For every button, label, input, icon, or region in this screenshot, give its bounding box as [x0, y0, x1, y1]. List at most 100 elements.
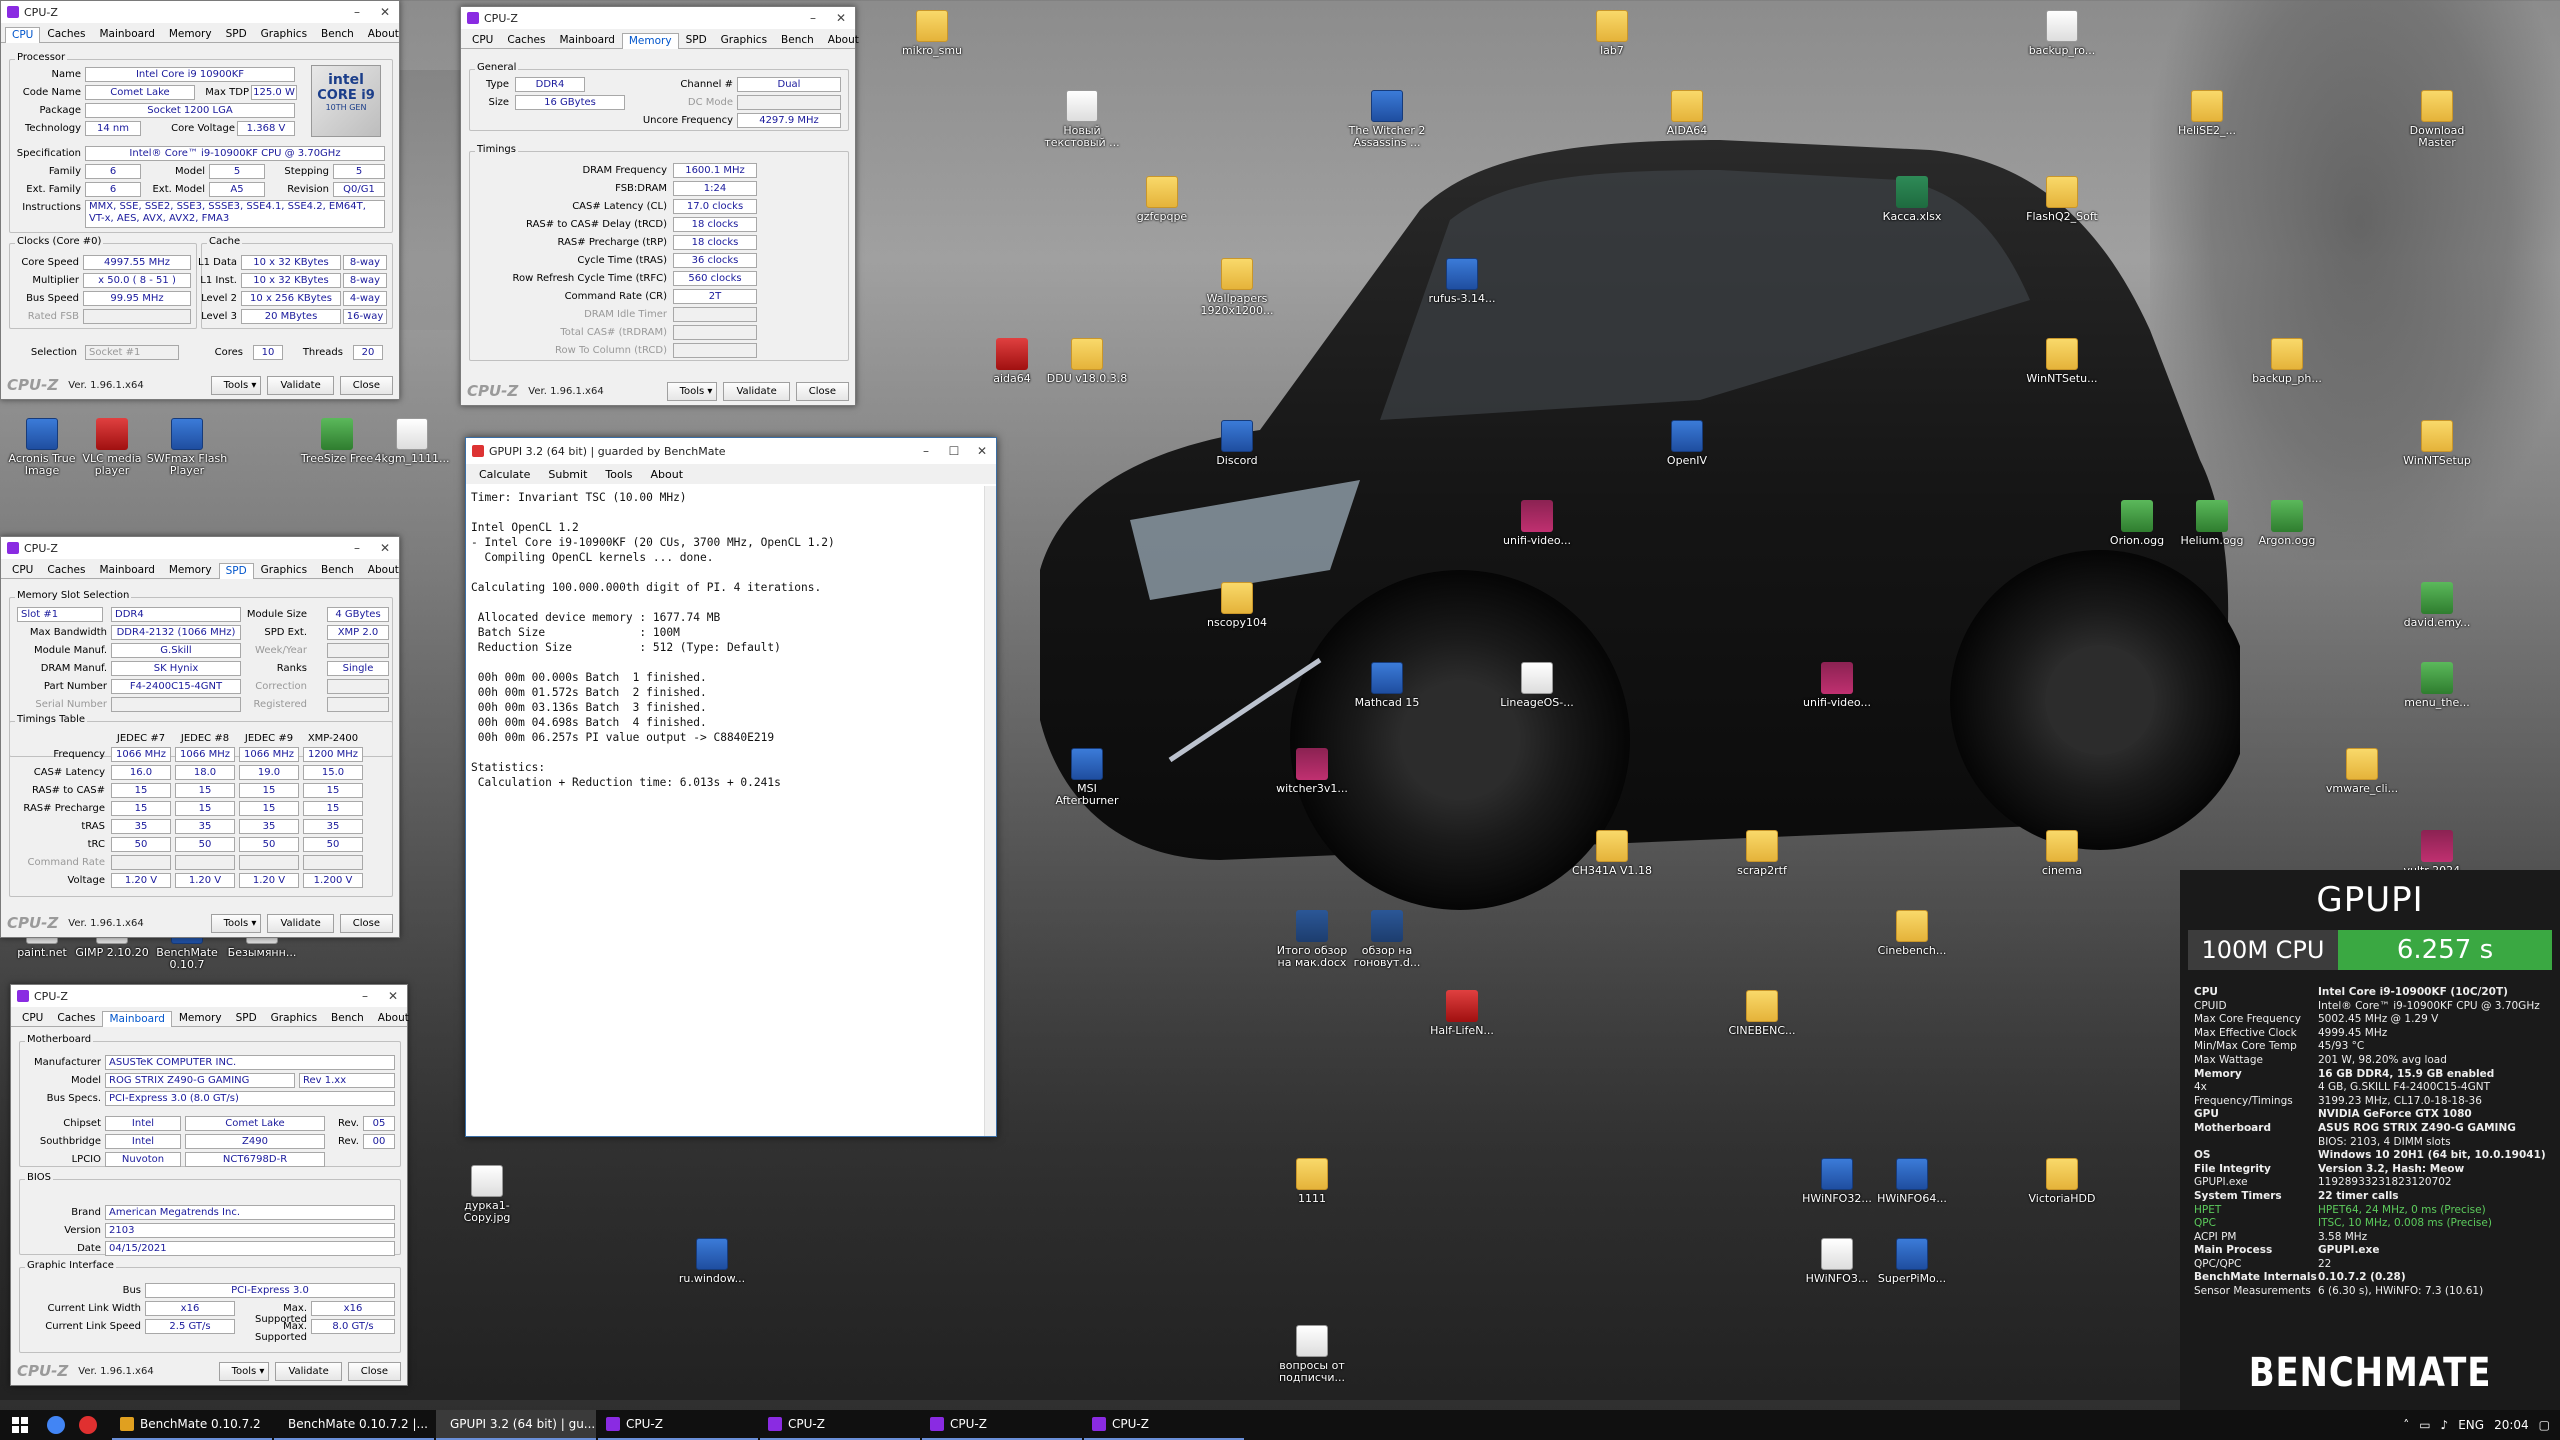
tools-button[interactable]: Tools ▾ [666, 381, 718, 401]
desktop-icon[interactable]: gzfcpqpe [1120, 176, 1204, 223]
cpuz-window-spd[interactable]: CPU-Z – ✕ CPU Caches Mainboard Memory SPD … [0, 536, 400, 938]
desktop-icon[interactable]: AIDA64 [1645, 90, 1729, 137]
title-bar[interactable]: CPU-Z – ✕ [1, 1, 399, 23]
maximize-button[interactable]: ☐ [940, 444, 968, 458]
tab-spd[interactable]: SPD [219, 26, 254, 42]
tab-mainboard[interactable]: Mainboard [552, 32, 621, 48]
close-button[interactable]: ✕ [827, 11, 855, 25]
gpupi-window[interactable]: GPUPI 3.2 (64 bit) | guarded by BenchMat… [465, 437, 997, 1137]
desktop-icon[interactable]: menu_the... [2395, 662, 2479, 709]
validate-button[interactable]: Validate [267, 913, 334, 933]
tab-memory[interactable]: Memory [172, 1010, 229, 1026]
desktop-icon[interactable]: HWiNFO64... [1870, 1158, 1954, 1205]
socket-select[interactable]: Socket #1 [85, 345, 179, 360]
tab-memory[interactable]: Memory [621, 33, 679, 49]
menu-submit[interactable]: Submit [539, 468, 596, 481]
menu-tools[interactable]: Tools [596, 468, 641, 481]
tab-cpu[interactable]: CPU [465, 32, 500, 48]
minimize-button[interactable]: – [912, 444, 940, 458]
validate-button[interactable]: Validate [723, 381, 790, 401]
desktop-icon[interactable]: Argon.ogg [2245, 500, 2329, 547]
taskbar-task[interactable]: GPUPI 3.2 (64 bit) | gu... [436, 1410, 596, 1440]
desktop-icon[interactable]: unifi-video... [1495, 500, 1579, 547]
close-button[interactable]: Close [339, 375, 393, 395]
desktop-icon[interactable]: vmware_cli... [2320, 748, 2404, 795]
desktop-icon[interactable]: cinema [2020, 830, 2104, 877]
title-bar[interactable]: CPU-Z – ✕ [11, 985, 407, 1007]
desktop-icon[interactable]: обзор на гоновут.d... [1345, 910, 1429, 969]
tray-chevron-up-icon[interactable]: ˄ [2403, 1418, 2409, 1432]
desktop-icon[interactable]: TreeSize Free [295, 418, 379, 465]
desktop-icon[interactable]: lab7 [1570, 10, 1654, 57]
desktop-icon[interactable]: rufus-3.14... [1420, 258, 1504, 305]
desktop-icon[interactable]: witcher3v1... [1270, 748, 1354, 795]
desktop-icon[interactable]: The Witcher 2 Assassins ... [1345, 90, 1429, 149]
desktop-icon[interactable]: HeliSE2_... [2165, 90, 2249, 137]
close-button[interactable]: ✕ [379, 989, 407, 1003]
title-bar[interactable]: CPU-Z – ✕ [1, 537, 399, 559]
desktop-icon[interactable]: Новый текстовый ... [1040, 90, 1124, 149]
network-icon[interactable]: ▭ [2419, 1418, 2430, 1432]
close-button[interactable]: ✕ [371, 541, 399, 555]
desktop-icon[interactable]: david.emy... [2395, 582, 2479, 629]
taskbar-task[interactable]: CPU-Z [598, 1410, 758, 1440]
clock[interactable]: 20:04 [2494, 1418, 2529, 1432]
desktop-icon[interactable]: Half-LifeN... [1420, 990, 1504, 1037]
close-button[interactable]: ✕ [371, 5, 399, 19]
tab-about[interactable]: About [371, 1010, 416, 1026]
tab-about[interactable]: About [361, 562, 406, 578]
desktop-icon[interactable]: VictoriaHDD [2020, 1158, 2104, 1205]
desktop-icon[interactable]: nscopy104 [1195, 582, 1279, 629]
desktop-icon[interactable]: unifi-video... [1795, 662, 1879, 709]
desktop-icon[interactable]: FlashQ2_Soft [2020, 176, 2104, 223]
desktop-icon[interactable]: Итого обзор на мак.docx [1270, 910, 1354, 969]
cpuz-window-cpu[interactable]: CPU-Z – ✕ CPU Caches Mainboard Memory SPD … [0, 0, 400, 400]
tab-mainboard[interactable]: Mainboard [92, 26, 161, 42]
desktop-icon[interactable]: HWiNFO32... [1795, 1158, 1879, 1205]
taskbar-task[interactable]: CPU-Z [922, 1410, 1082, 1440]
vertical-scrollbar[interactable] [984, 486, 996, 1136]
minimize-button[interactable]: – [351, 989, 379, 1003]
taskbar-task[interactable]: CPU-Z [760, 1410, 920, 1440]
cpuz-window-mainboard[interactable]: CPU-Z – ✕ CPU Caches Mainboard Memory SPD … [10, 984, 409, 1386]
minimize-button[interactable]: – [799, 11, 827, 25]
tab-graphics[interactable]: Graphics [254, 26, 314, 42]
desktop-icon[interactable]: aida64 [970, 338, 1054, 385]
title-bar[interactable]: CPU-Z – ✕ [461, 7, 855, 29]
tab-graphics[interactable]: Graphics [714, 32, 774, 48]
desktop-icon[interactable]: mikro_smu [890, 10, 974, 57]
taskbar-task[interactable]: CPU-Z [1084, 1410, 1244, 1440]
tab-bench[interactable]: Bench [774, 32, 821, 48]
desktop-icon[interactable]: backup_ph... [2245, 338, 2329, 385]
desktop-icon[interactable]: SWFmax Flash Player [145, 418, 229, 477]
tools-button[interactable]: Tools ▾ [210, 375, 262, 395]
output-log[interactable]: Timer: Invariant TSC (10.00 MHz) Intel O… [471, 490, 982, 1128]
title-bar[interactable]: GPUPI 3.2 (64 bit) | guarded by BenchMat… [466, 438, 996, 464]
desktop-icon[interactable]: MSI Afterburner [1045, 748, 1129, 807]
validate-button[interactable]: Validate [267, 375, 334, 395]
cpuz-window-memory[interactable]: CPU-Z – ✕ CPU Caches Mainboard Memory SPD … [460, 6, 859, 406]
tab-bench[interactable]: Bench [314, 562, 361, 578]
tab-spd[interactable]: SPD [218, 563, 254, 579]
desktop-icon[interactable]: Helium.ogg [2170, 500, 2254, 547]
tab-about[interactable]: About [821, 32, 866, 48]
desktop-icon[interactable]: LineageOS-... [1495, 662, 1579, 709]
desktop-icon[interactable]: scrap2rtf [1720, 830, 1804, 877]
desktop-icon[interactable]: Cinebench... [1870, 910, 1954, 957]
desktop-icon[interactable]: Касса.xlsx [1870, 176, 1954, 223]
tab-bench[interactable]: Bench [324, 1010, 371, 1026]
desktop-icon[interactable]: ru.window... [670, 1238, 754, 1285]
close-button[interactable]: Close [795, 381, 849, 401]
tab-mainboard[interactable]: Mainboard [92, 562, 161, 578]
menu-about[interactable]: About [642, 468, 693, 481]
desktop-icon[interactable]: Download Master [2395, 90, 2479, 149]
desktop-icon[interactable]: 4kgm_1111... [370, 418, 454, 465]
close-button[interactable]: ✕ [968, 444, 996, 458]
tab-caches[interactable]: Caches [40, 562, 92, 578]
language-indicator[interactable]: ENG [2458, 1418, 2484, 1432]
minimize-button[interactable]: – [343, 541, 371, 555]
notification-icon[interactable]: ▢ [2539, 1418, 2550, 1432]
tab-bench[interactable]: Bench [314, 26, 361, 42]
tab-caches[interactable]: Caches [40, 26, 92, 42]
tab-mainboard[interactable]: Mainboard [102, 1011, 172, 1027]
